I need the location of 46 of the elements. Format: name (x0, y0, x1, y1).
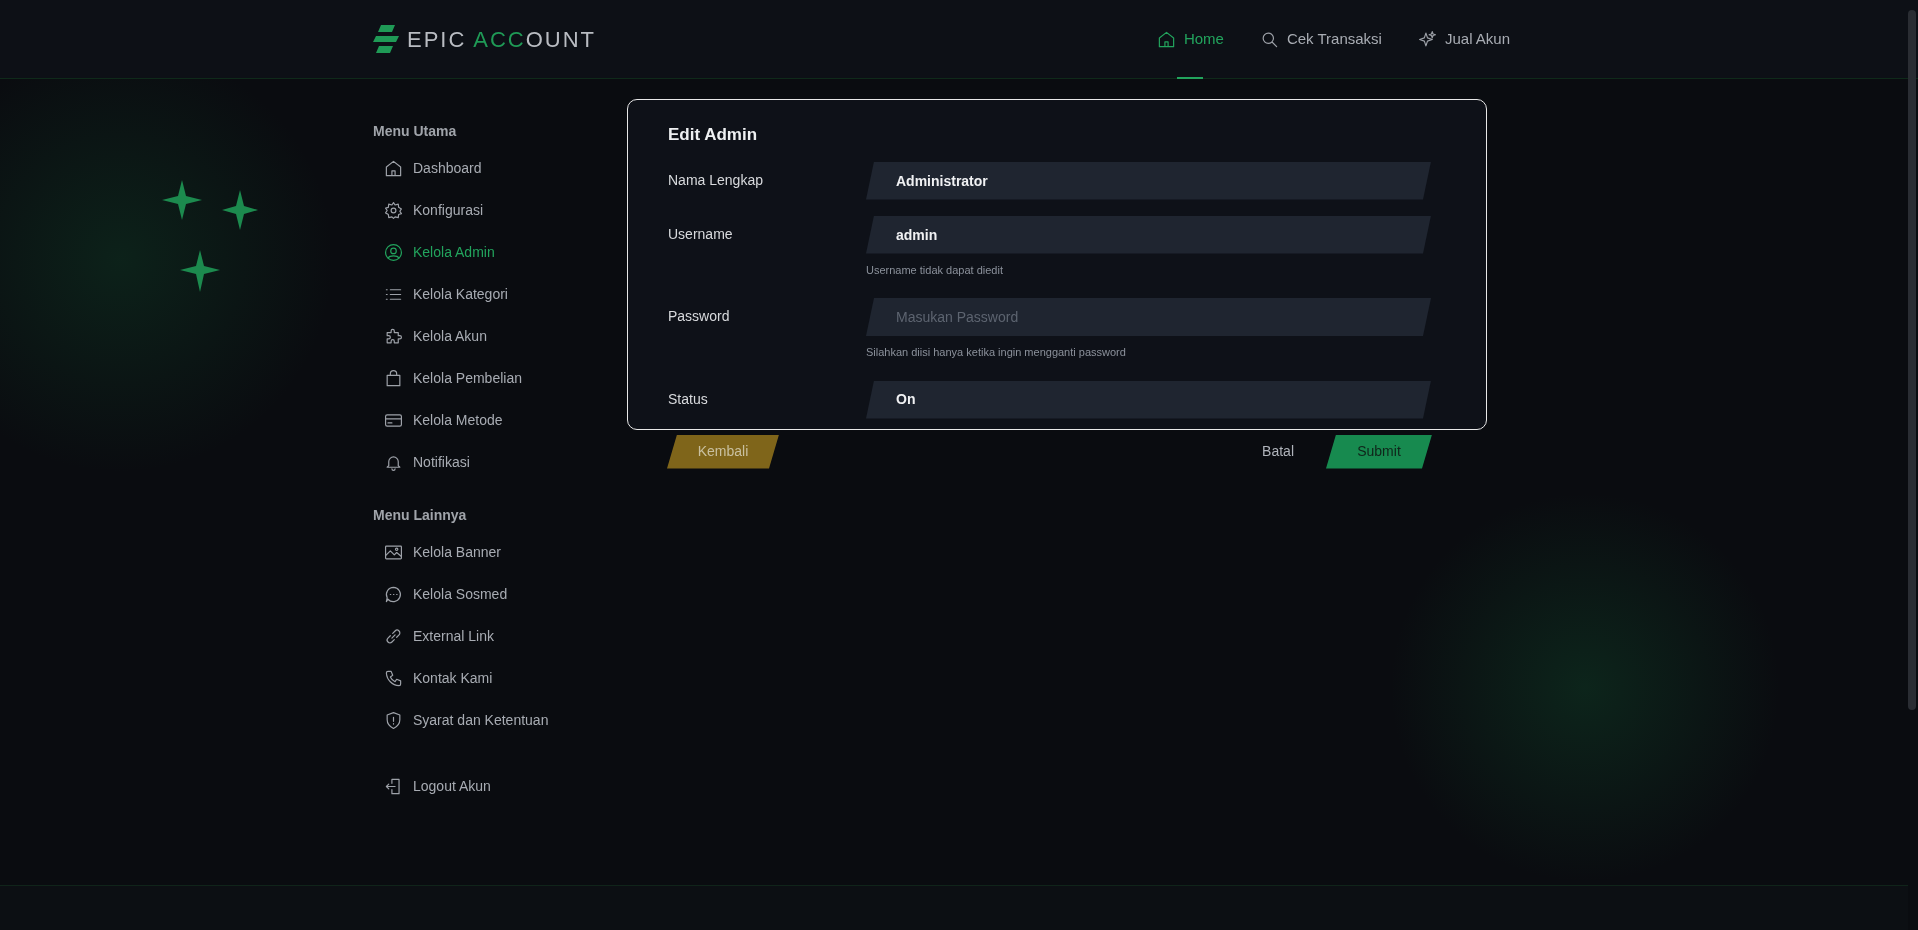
sidebar-item[interactable]: Kelola Akun (373, 315, 627, 357)
submit-button[interactable]: Submit (1326, 434, 1432, 469)
logo-icon (373, 25, 399, 53)
sidebar-item[interactable]: Kelola Metode (373, 399, 627, 441)
sidebar-item[interactable]: Konfigurasi (373, 189, 627, 231)
link-icon (384, 626, 403, 646)
field-label: Nama Lengkap (668, 170, 764, 190)
logout-icon (384, 776, 403, 796)
sparkle-icon (1417, 29, 1437, 49)
puzzle-icon (384, 326, 403, 346)
nav-link[interactable]: Jual Akun (1417, 0, 1510, 79)
field-label: Username (668, 224, 734, 244)
logo-text: EPIC ACCOUNT (407, 25, 597, 54)
help-text: Username tidak dapat diedit (866, 262, 1004, 278)
form-title: Edit Admin (668, 124, 759, 146)
select-field[interactable]: On (866, 380, 1431, 419)
chat-icon (384, 584, 403, 604)
sidebar-item[interactable]: Kelola Sosmed (373, 573, 627, 615)
sidebar-item[interactable]: Kelola Admin (373, 231, 627, 273)
nav-link[interactable]: Cek Transaksi (1259, 0, 1382, 79)
sidebar-item[interactable]: Kelola Kategori (373, 273, 627, 315)
settings-icon (384, 200, 403, 220)
sidebar-item[interactable]: External Link (373, 615, 627, 657)
field-label: Password (668, 307, 731, 326)
sidebar-item[interactable]: Syarat dan Ketentuan (373, 699, 627, 741)
phone-icon (384, 668, 403, 688)
home-icon (384, 158, 403, 178)
nav-link[interactable]: Home (1156, 0, 1224, 79)
section-title: Menu Lainnya (373, 506, 468, 525)
user-icon (384, 242, 403, 262)
sidebar-item[interactable]: Dashboard (373, 147, 627, 189)
section-title: Menu Utama (373, 122, 458, 141)
bag-icon (384, 368, 403, 388)
home-icon (1156, 29, 1176, 49)
sidebar-item[interactable]: Notifikasi (373, 441, 627, 483)
sidebar-item[interactable]: Kelola Pembelian (373, 357, 627, 399)
field-label: Status (668, 389, 709, 409)
sidebar-item[interactable]: Kontak Kami (373, 657, 627, 699)
password-field[interactable]: Masukan Password (866, 298, 1431, 336)
shield-icon (384, 710, 403, 730)
sidebar-item[interactable]: Kelola Banner (373, 531, 627, 573)
input-field[interactable]: Administrator (866, 161, 1431, 200)
input-field[interactable]: admin (866, 215, 1431, 254)
logout-link[interactable]: Logout Akun (373, 765, 627, 807)
cancel-button[interactable]: Batal (1250, 434, 1306, 469)
help-text: Silahkan diisi hanya ketika ingin mengganti password (866, 345, 1127, 360)
